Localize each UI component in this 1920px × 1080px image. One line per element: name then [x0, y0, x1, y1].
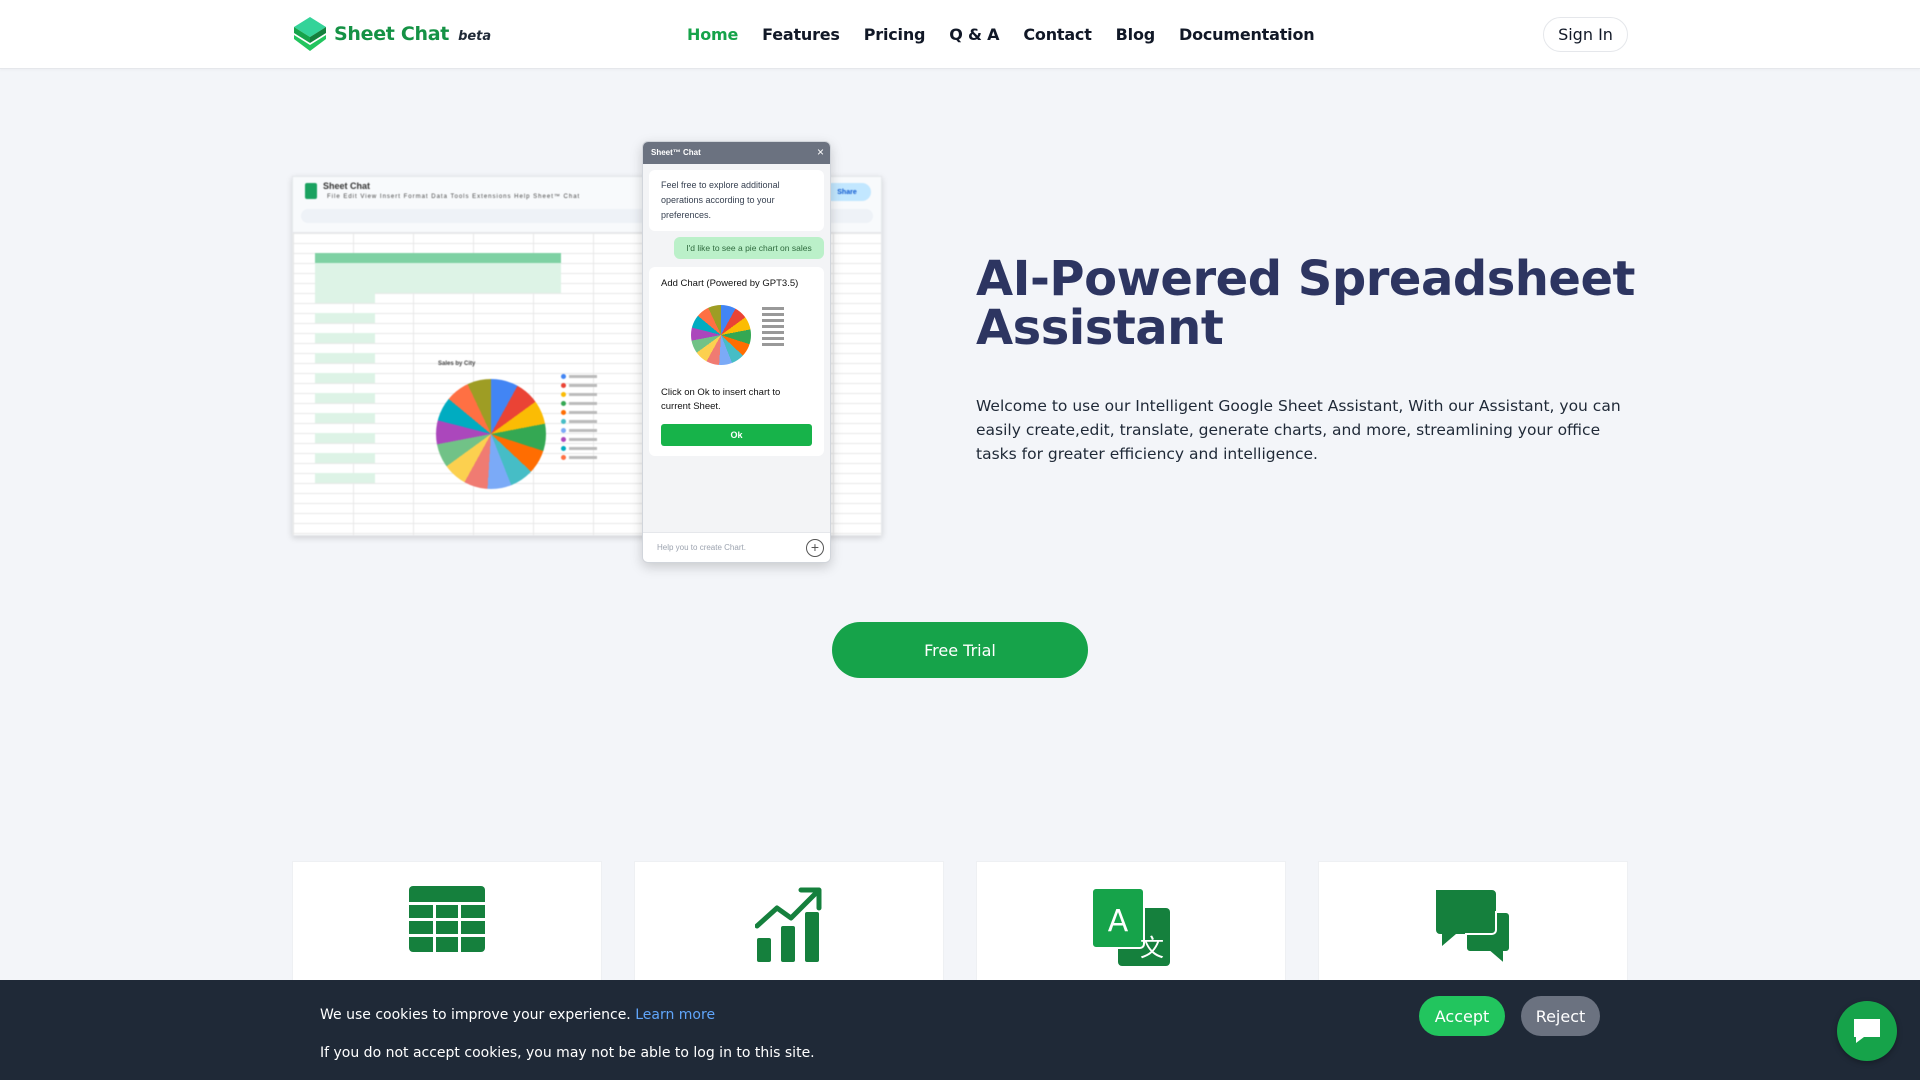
ok-button: Ok: [661, 424, 812, 446]
sheet-data-row: [315, 273, 561, 283]
chat-panel-header: Sheet™ Chat ×: [643, 142, 830, 164]
sheet-pie-chart: [436, 379, 546, 489]
user-message: I'd like to see a pie chart on sales: [674, 237, 824, 259]
close-icon: ×: [816, 145, 824, 159]
legend-entry: [561, 445, 611, 451]
chat-input: Help you to create Chart. +: [643, 532, 830, 562]
add-chart-note: Click on Ok to insert chart to current S…: [661, 387, 781, 412]
main-nav: Home Features Pricing Q & A Contact Blog…: [687, 0, 1315, 69]
hero-description: Welcome to use our Intelligent Google Sh…: [976, 397, 1621, 463]
legend-entry: [561, 391, 611, 397]
sheet-data-row: [315, 283, 561, 293]
legend-entry: [561, 436, 611, 442]
cookie-warning: If you do not accept cookies, you may no…: [320, 1045, 815, 1061]
sheet-city-cell: [315, 413, 375, 423]
sign-in-button[interactable]: Sign In: [1543, 17, 1628, 52]
translate-icon: A 文: [1091, 887, 1170, 966]
sheet-city-cell: [315, 473, 375, 483]
cookie-banner: We use cookies to improve your experienc…: [0, 980, 1920, 1080]
sheet-city-cell: [315, 333, 375, 343]
accept-cookies-button[interactable]: Accept: [1419, 996, 1505, 1036]
legend-entry: [561, 373, 611, 379]
nav-qa[interactable]: Q & A: [949, 25, 999, 44]
legend-entry: [561, 418, 611, 424]
site-header: Sheet Chat beta Home Features Pricing Q …: [0, 0, 1920, 69]
legend-entry: [561, 409, 611, 415]
nav-documentation[interactable]: Documentation: [1179, 25, 1315, 44]
sheet-city-cell: [315, 453, 375, 463]
sheet-data-row: [315, 263, 561, 273]
chat-panel-preview: Sheet™ Chat × Feel free to explore addit…: [642, 141, 831, 563]
add-chart-card: Add Chart (Powered by GPT3.5) Click on O…: [649, 267, 824, 456]
table-icon: [409, 886, 485, 952]
mini-pie-chart: [691, 305, 751, 365]
legend-entry: [561, 454, 611, 460]
sheet-city-cell: [315, 433, 375, 443]
svg-text:A: A: [1108, 904, 1129, 939]
chat-input-placeholder: Help you to create Chart.: [657, 543, 746, 552]
free-trial-button[interactable]: Free Trial: [832, 622, 1088, 678]
sheet-city-cell: [315, 293, 375, 303]
nav-pricing[interactable]: Pricing: [864, 25, 926, 44]
sheet-city-cell: [315, 353, 375, 363]
sheet-city-cell: [315, 393, 375, 403]
brand-name: Sheet Chat: [334, 23, 450, 45]
product-preview-image: Sheet Chat File Edit View Insert Format …: [292, 140, 884, 565]
legend-entry: [561, 400, 611, 406]
sheet-city-cell: [315, 313, 375, 323]
cookie-message-line: We use cookies to improve your experienc…: [320, 1007, 715, 1023]
sheets-logo-icon: [305, 183, 317, 199]
assistant-message: Feel free to explore additional operatio…: [649, 170, 824, 231]
chat-launcher-button[interactable]: [1837, 1001, 1897, 1061]
sheet-header-row: [315, 253, 561, 263]
beta-badge: beta: [458, 28, 492, 44]
add-chart-title: Add Chart (Powered by GPT3.5): [661, 278, 799, 289]
brand-logo[interactable]: Sheet Chat beta: [291, 15, 491, 53]
chat-icon: [1854, 1019, 1880, 1043]
chat-bubbles-icon: [1436, 890, 1511, 967]
reject-cookies-button[interactable]: Reject: [1521, 996, 1600, 1036]
chart-growth-icon: [755, 887, 822, 962]
nav-blog[interactable]: Blog: [1116, 25, 1156, 44]
chat-panel-title: Sheet™ Chat: [651, 148, 701, 157]
nav-features[interactable]: Features: [762, 25, 840, 44]
sheet-city-cell: [315, 373, 375, 383]
svg-text:文: 文: [1140, 934, 1164, 962]
add-icon: +: [806, 539, 824, 557]
cookie-message: We use cookies to improve your experienc…: [320, 1007, 631, 1023]
nav-home[interactable]: Home: [687, 25, 738, 44]
sheet-menu: File Edit View Insert Format Data Tools …: [327, 194, 581, 200]
sheet-chart-legend: [561, 373, 611, 463]
sheet-chart-title: Sales by City: [438, 361, 476, 367]
mini-chart-legend: [761, 307, 784, 349]
nav-contact[interactable]: Contact: [1023, 25, 1092, 44]
sheet-title: Sheet Chat: [323, 181, 371, 191]
logo-icon: [294, 17, 326, 51]
legend-entry: [561, 382, 611, 388]
hero-title: AI-Powered Spreadsheet Assistant: [976, 251, 1635, 356]
learn-more-link[interactable]: Learn more: [635, 1007, 715, 1023]
legend-entry: [561, 427, 611, 433]
